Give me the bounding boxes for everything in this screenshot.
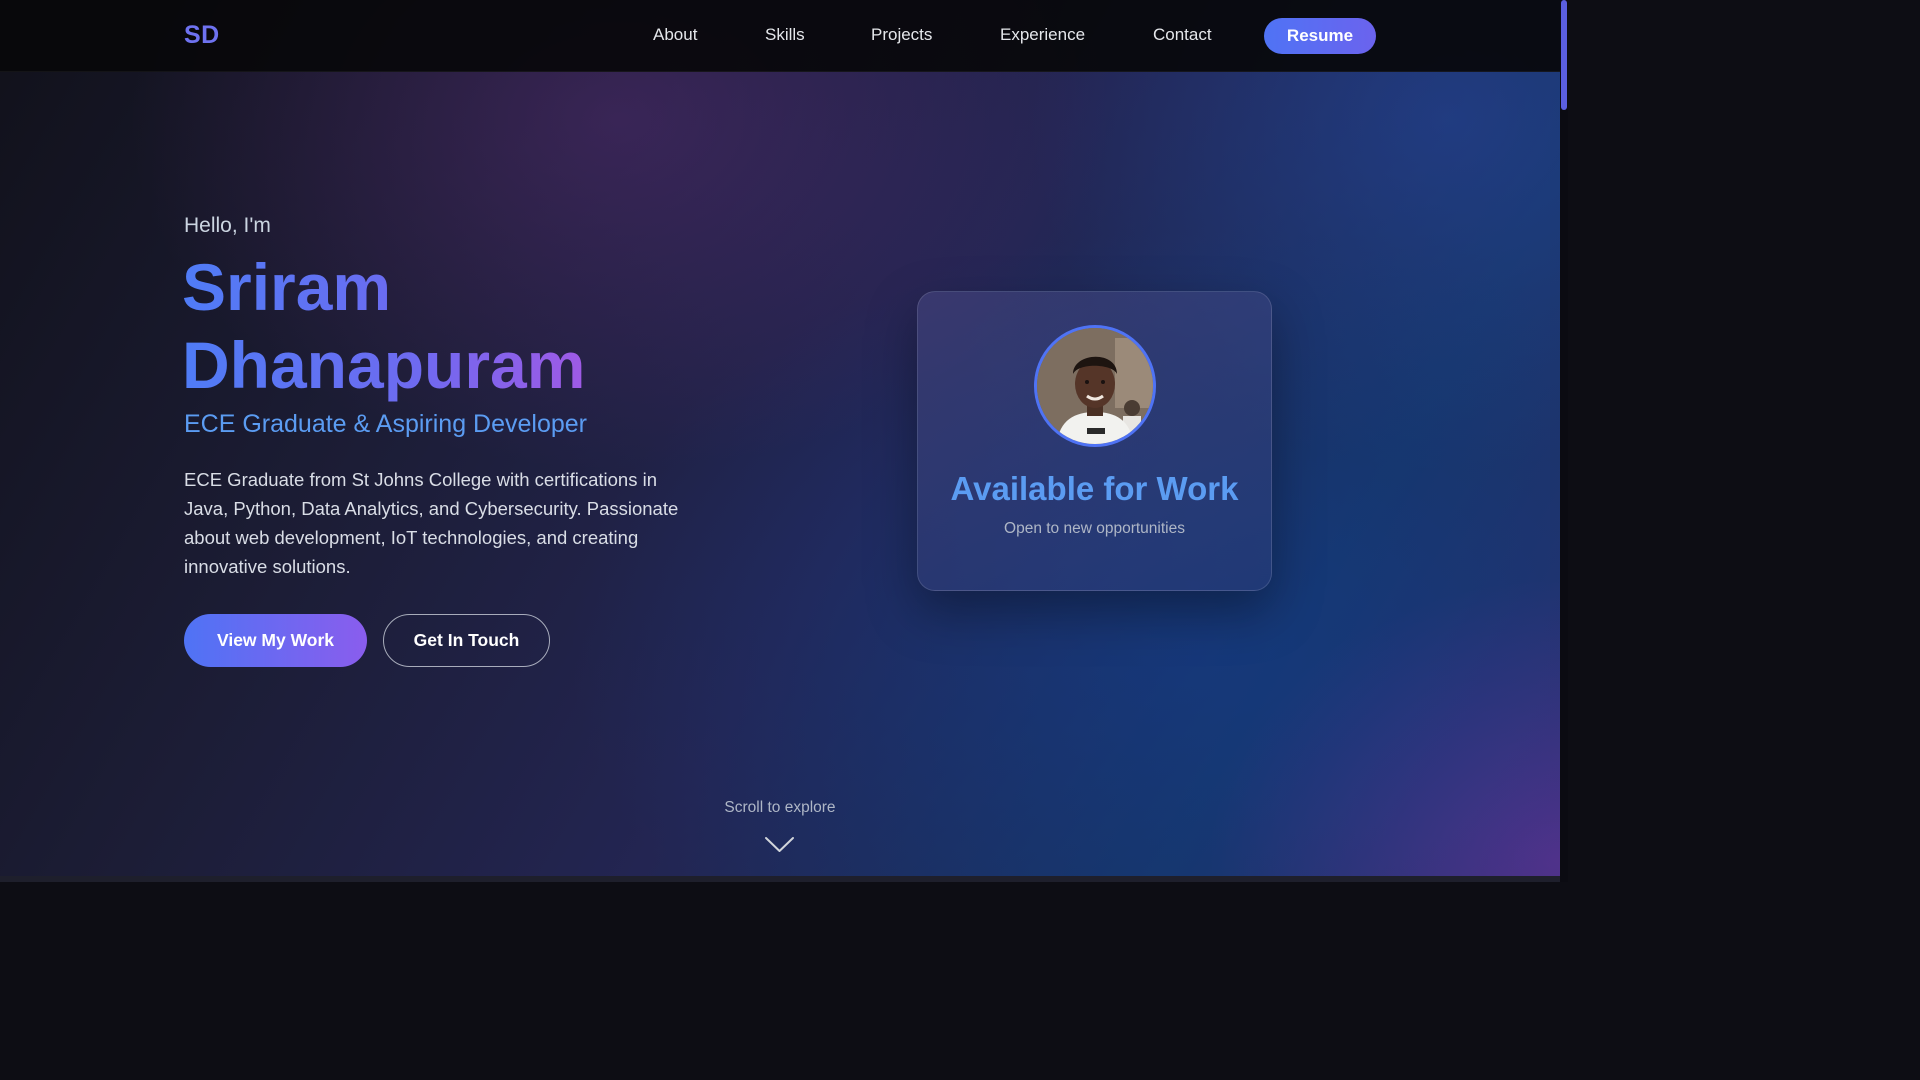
profile-photo <box>1034 325 1156 447</box>
hero-greeting: Hello, I'm <box>184 214 271 237</box>
scrollbar-thumb[interactable] <box>1561 0 1567 110</box>
hero-name-last: Dhanapuram <box>182 328 586 402</box>
hero-bio: ECE Graduate from St Johns College with … <box>184 469 679 577</box>
hero-name: Sriram Dhanapuram <box>182 248 702 404</box>
view-my-work-button[interactable]: View My Work <box>184 614 367 667</box>
availability-title: Available for Work <box>950 470 1239 507</box>
scrollbar-track[interactable] <box>1560 0 1568 882</box>
profile-photo-icon <box>1037 328 1153 444</box>
hero-subtitle: ECE Graduate & Aspiring Developer <box>184 410 587 438</box>
nav-link-projects[interactable]: Projects <box>871 25 932 45</box>
availability-subtitle: Open to new opportunities <box>1004 520 1185 537</box>
resume-button[interactable]: Resume <box>1264 18 1376 54</box>
nav-link-skills[interactable]: Skills <box>765 25 805 45</box>
get-in-touch-button[interactable]: Get In Touch <box>383 614 550 667</box>
next-section-edge <box>0 876 1560 882</box>
nav-link-contact[interactable]: Contact <box>1153 25 1212 45</box>
top-navbar: SD About Skills Projects Experience Cont… <box>0 0 1560 72</box>
site-logo[interactable]: SD <box>184 21 220 50</box>
nav-link-experience[interactable]: Experience <box>1000 25 1085 45</box>
scroll-hint-text: Scroll to explore <box>724 799 836 816</box>
hero-name-first: Sriram <box>182 250 392 324</box>
chevron-down-icon[interactable] <box>764 836 795 859</box>
portfolio-page: SD About Skills Projects Experience Cont… <box>0 0 1568 882</box>
availability-card: Available for Work Open to new opportuni… <box>917 291 1272 591</box>
nav-link-about[interactable]: About <box>653 25 697 45</box>
